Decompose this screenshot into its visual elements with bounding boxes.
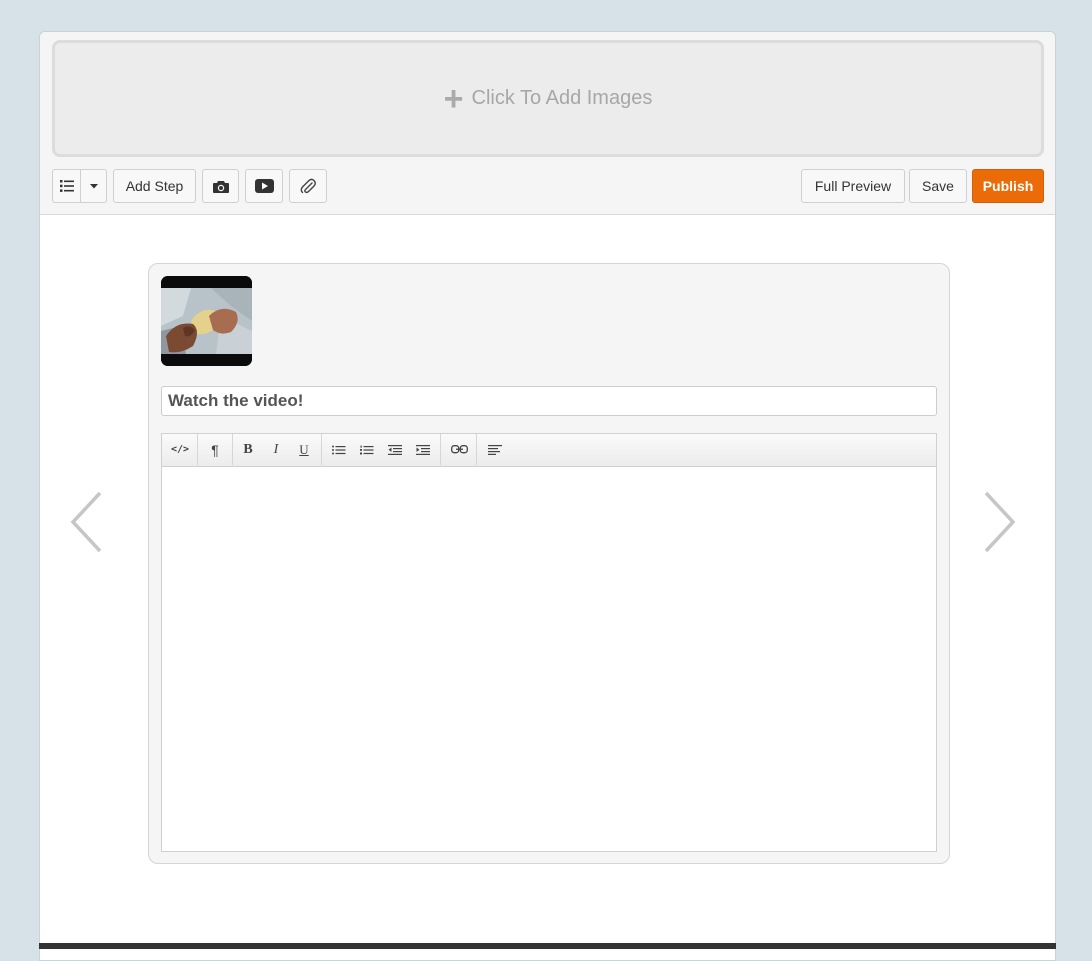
editor-content-area[interactable] (162, 466, 936, 851)
toolbar-separator (232, 434, 233, 465)
outdent-icon[interactable] (382, 434, 408, 465)
indent-glyph (416, 444, 430, 455)
add-video-button[interactable] (245, 169, 283, 203)
paragraph-glyph: ¶ (211, 441, 219, 458)
align-icon[interactable] (480, 434, 510, 465)
plus-icon: + (443, 79, 464, 118)
video-frame-image (161, 276, 252, 366)
attach-file-button[interactable] (289, 169, 327, 203)
html-icon[interactable]: </> (165, 434, 195, 465)
chevron-right-icon (984, 491, 1016, 553)
html-glyph: </> (170, 444, 190, 455)
chevron-left-icon (70, 491, 102, 553)
unordered-list-glyph (332, 445, 346, 454)
paragraph-icon[interactable]: ¶ (200, 434, 230, 465)
underline-icon[interactable]: U (291, 434, 317, 465)
camera-icon (212, 180, 229, 193)
unordered-list-icon[interactable] (326, 434, 352, 465)
indent-icon[interactable] (410, 434, 436, 465)
background-strip (39, 943, 1056, 949)
steps-dropdown-button[interactable] (80, 169, 107, 203)
youtube-icon (254, 179, 274, 193)
toolbar-area: + Click To Add Images Add Step Full Prev… (40, 32, 1055, 215)
editor-panel: + Click To Add Images Add Step Full Prev… (39, 31, 1056, 961)
italic-icon[interactable]: I (263, 434, 289, 465)
step-card: </> ¶ B I U (148, 263, 950, 864)
add-images-label: Click To Add Images (471, 87, 653, 109)
rich-text-editor: </> ¶ B I U (161, 433, 937, 852)
link-icon[interactable] (444, 434, 474, 465)
editor-toolbar: </> ¶ B I U (162, 434, 936, 467)
link-glyph (450, 445, 468, 454)
add-photo-button[interactable] (202, 169, 239, 203)
align-glyph (488, 444, 502, 455)
toolbar-separator (476, 434, 477, 465)
bold-icon[interactable]: B (235, 434, 261, 465)
paperclip-icon (300, 178, 316, 193)
ordered-list-icon[interactable] (354, 434, 380, 465)
toolbar-separator (321, 434, 322, 465)
full-preview-button[interactable]: Full Preview (801, 169, 905, 203)
save-button[interactable]: Save (909, 169, 967, 203)
italic-glyph: I (273, 441, 279, 457)
outdent-glyph (388, 444, 402, 455)
add-step-button[interactable]: Add Step (113, 169, 196, 203)
step-title-input[interactable] (161, 386, 937, 416)
steps-list-button[interactable] (52, 169, 81, 203)
previous-step-button[interactable] (69, 491, 103, 558)
add-images-dropzone[interactable]: + Click To Add Images (52, 40, 1044, 157)
list-icon (59, 180, 74, 192)
bold-glyph: B (243, 441, 253, 457)
video-thumbnail[interactable] (161, 276, 252, 366)
toolbar-separator (197, 434, 198, 465)
ordered-list-glyph (360, 445, 374, 454)
toolbar-separator (440, 434, 441, 465)
caret-down-icon (89, 183, 98, 188)
publish-button[interactable]: Publish (972, 169, 1044, 203)
underline-glyph: U (299, 441, 309, 457)
next-step-button[interactable] (983, 491, 1017, 558)
